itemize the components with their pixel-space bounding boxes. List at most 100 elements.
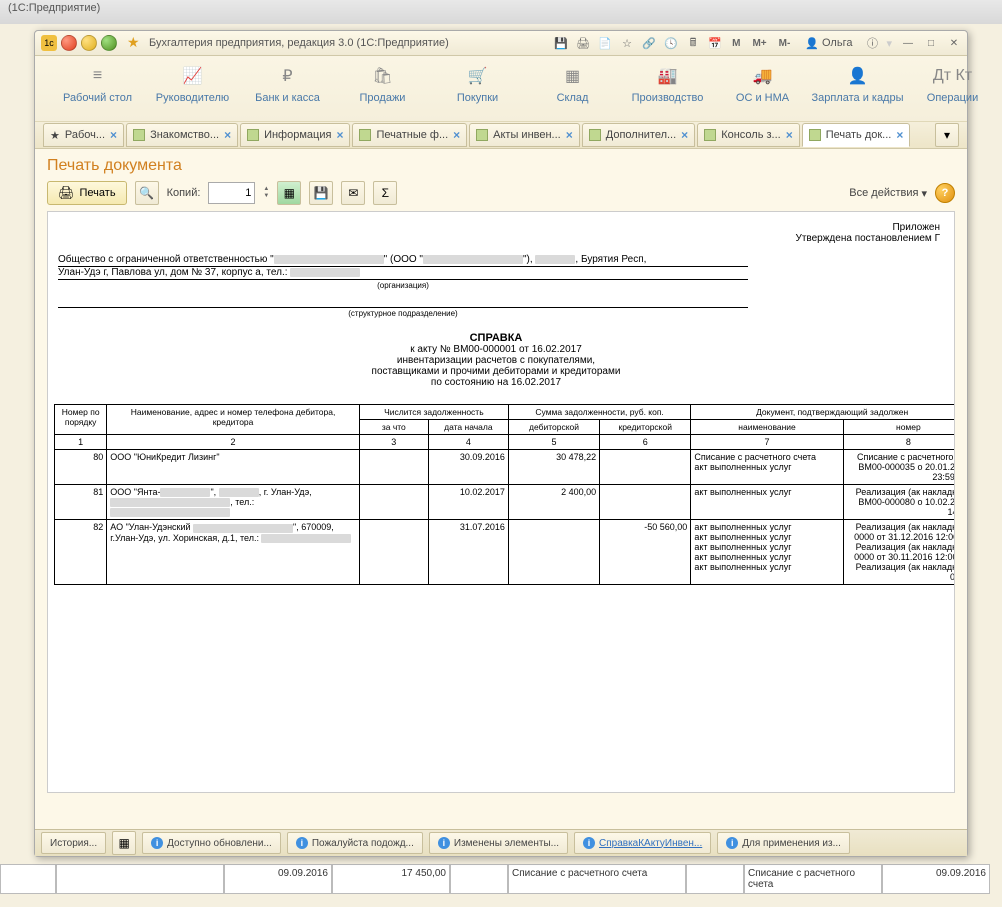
nav-item[interactable]: ₽ Банк и касса [240, 66, 335, 121]
status-item[interactable]: iДля применения из... [717, 832, 850, 854]
tab[interactable]: Печать док...× [802, 123, 911, 147]
nav-label: Покупки [430, 92, 525, 104]
print-button[interactable]: Печать [47, 181, 127, 205]
status-label: Изменены элементы... [454, 838, 559, 849]
status-item[interactable]: iДоступно обновлени... [142, 832, 281, 854]
info-icon: i [151, 837, 163, 849]
nav-item[interactable]: 📈Руководителю [145, 66, 240, 121]
tab[interactable]: Информация × [240, 123, 350, 147]
m-plus-btn[interactable]: M+ [749, 38, 769, 49]
status-grid-btn[interactable]: ▦ [112, 831, 136, 855]
cell-for [359, 485, 428, 520]
doc-title: СПРАВКА [48, 332, 944, 344]
user-name: Ольга [822, 37, 852, 49]
bg-titlebar: (1С:Предприятие) [0, 0, 1002, 24]
document-area[interactable]: Приложен Утверждена постановлением Г Общ… [47, 211, 955, 793]
tab-label: Информация [264, 129, 331, 141]
col-number: 5 [508, 435, 599, 450]
tab-close-icon[interactable]: × [110, 128, 117, 142]
nav-item[interactable]: 👤Зарплата и кадры [810, 66, 905, 121]
history-button[interactable]: История... [41, 832, 106, 854]
tab[interactable]: Дополнител...× [582, 123, 695, 147]
tab[interactable]: ★Рабоч...× [43, 123, 124, 147]
maximize-icon[interactable]: □ [924, 36, 938, 50]
cell-date: 10.02.2017 [428, 485, 508, 520]
tab-close-icon[interactable]: × [566, 128, 573, 142]
calc-icon[interactable]: 🖩 [685, 35, 701, 51]
save-icon[interactable]: 💾 [553, 35, 569, 51]
preview-button[interactable]: 🔍 [135, 181, 159, 205]
tab-icon [359, 129, 371, 141]
nav-icon: ₽ [240, 66, 335, 86]
tab-close-icon[interactable]: × [896, 128, 903, 142]
grid-button[interactable]: ▦ [277, 181, 301, 205]
sum-button[interactable]: Σ [373, 181, 397, 205]
org-text2: Улан-Удэ г, Павлова ул, дом № 37, корпус… [58, 267, 288, 278]
cell-docnum: Реализация (ак накладная) 0000 от 31.12.… [843, 520, 955, 585]
user-label[interactable]: 👤 Ольга [805, 37, 852, 50]
mail-button[interactable]: ✉ [341, 181, 365, 205]
th-7: наименование [691, 420, 843, 435]
bg-amt: 17 450,00 [332, 864, 450, 894]
tab-icon [809, 129, 821, 141]
doc-icon[interactable]: 📄 [597, 35, 613, 51]
tab-icon [247, 129, 259, 141]
link-icon[interactable]: 🔗 [641, 35, 657, 51]
help-button[interactable]: ? [935, 183, 955, 203]
m-minus-btn[interactable]: M- [776, 38, 794, 49]
save-button[interactable]: 💾 [309, 181, 333, 205]
nav-item[interactable]: 🏭Производство [620, 66, 715, 121]
status-item[interactable]: i Пожалуйста подожд... [287, 832, 423, 854]
tab[interactable]: Акты инвен...× [469, 123, 580, 147]
favorite-icon[interactable]: ★ [127, 35, 143, 51]
statusbar: История... ▦ iДоступно обновлени...iПожа… [35, 829, 967, 856]
info-icon: i [296, 837, 308, 849]
nav-item[interactable]: ≡Рабочий стол [50, 66, 145, 121]
status-item[interactable]: iСправкаКАктуИнвен... [574, 832, 711, 854]
col-number: 1 [55, 435, 107, 450]
close-dot-icon[interactable] [61, 35, 77, 51]
history-icon[interactable]: 🕓 [663, 35, 679, 51]
nav-item[interactable]: 🚚ОС и НМА [715, 66, 810, 121]
nav-item[interactable]: Дт КтОперации [905, 66, 1000, 121]
tab-close-icon[interactable]: × [336, 128, 343, 142]
tab-overflow-btn[interactable]: ▾ [935, 123, 959, 147]
all-actions-menu[interactable]: Все действия ▾ [849, 187, 927, 200]
info-icon[interactable]: ⓘ [864, 35, 880, 51]
min-dot-icon[interactable] [81, 35, 97, 51]
nav-label: Продажи [335, 92, 430, 104]
tab-close-icon[interactable]: × [681, 128, 688, 142]
nav-icon: 🛍 [335, 66, 430, 86]
status-label: Для применения из... [742, 838, 841, 849]
th-4: дата начала [428, 420, 508, 435]
star-icon[interactable]: ☆ [619, 35, 635, 51]
tab[interactable]: Печатные ф...× [352, 123, 467, 147]
tab-close-icon[interactable]: × [224, 128, 231, 142]
doc-sub3: поставщиками и прочими дебиторами и кред… [48, 366, 944, 377]
nav-item[interactable]: ▦Склад [525, 66, 620, 121]
tab[interactable]: Знакомство...× [126, 123, 238, 147]
cell-cred: -50 560,00 [600, 520, 691, 585]
tab-close-icon[interactable]: × [786, 128, 793, 142]
m-btn[interactable]: M [729, 38, 743, 49]
nav-item[interactable]: 🛍 Продажи [335, 66, 430, 121]
calendar-icon[interactable]: 📅 [707, 35, 723, 51]
tab-close-icon[interactable]: × [453, 128, 460, 142]
nav-item[interactable]: 🛒Покупки [430, 66, 525, 121]
minimize-icon[interactable]: — [901, 36, 915, 50]
copies-input[interactable] [208, 182, 255, 204]
status-item[interactable]: iИзменены элементы... [429, 832, 568, 854]
nav-label: Банк и касса [240, 92, 335, 104]
tab-icon [133, 129, 145, 141]
titlebar[interactable]: 1c ★ Бухгалтерия предприятия, редакция 3… [35, 31, 967, 56]
status-label: Пожалуйста подожд... [312, 838, 414, 849]
table-row: 80 ООО "ЮниКредит Лизинг" 30.09.2016 30 … [55, 450, 956, 485]
max-dot-icon[interactable] [101, 35, 117, 51]
nav-icon: 👤 [810, 66, 905, 86]
tab-icon [704, 129, 716, 141]
org-text: Общество с ограниченной ответственностью [58, 254, 267, 265]
tab[interactable]: Консоль з...× [697, 123, 800, 147]
close-icon[interactable]: ✕ [947, 36, 961, 50]
print-icon[interactable]: 🖨 [575, 35, 591, 51]
col-number: 8 [843, 435, 955, 450]
